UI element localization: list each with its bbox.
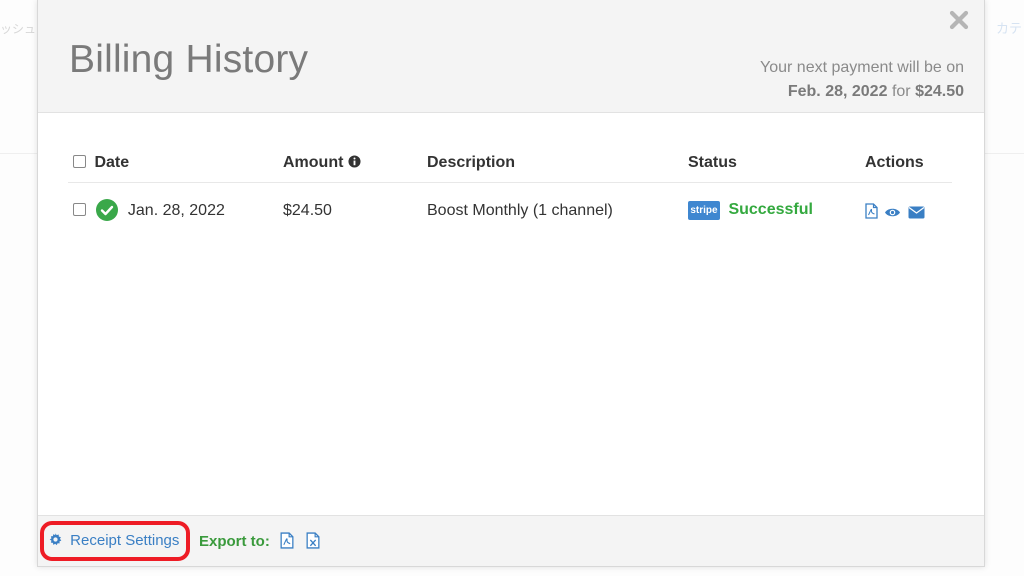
envelope-icon[interactable] [908,206,925,224]
receipt-settings-link[interactable]: Receipt Settings [49,532,179,549]
next-payment-info: Your next payment will be on Feb. 28, 20… [760,56,964,104]
billing-table: Date Amount Description Status Actions J… [68,148,952,239]
next-payment-connector: for [891,83,911,100]
header-amount-label: Amount [283,154,344,171]
table-row: Jan. 28, 2022 $24.50 Boost Monthly (1 ch… [68,183,952,239]
info-icon[interactable] [348,155,361,168]
next-payment-prefix: Your next payment will be on [760,59,964,76]
close-icon [949,10,969,30]
check-circle-icon [96,199,119,221]
modal-footer: Receipt Settings Export to: [38,515,984,566]
row-description: Boost Monthly (1 channel) [427,202,613,219]
table-header-row: Date Amount Description Status Actions [68,148,952,183]
row-checkbox[interactable] [73,203,86,216]
next-payment-amount: $24.50 [915,83,964,100]
header-date-label: Date [94,154,130,171]
export-pdf-button[interactable] [280,532,294,554]
billing-history-modal: Billing History Your next payment will b… [37,0,985,567]
header-amount: Amount [283,154,361,172]
row-amount: $24.50 [283,202,332,219]
modal-header: Billing History Your next payment will b… [38,0,984,113]
next-payment-date: Feb. 28, 2022 [787,83,888,100]
pdf-file-icon [280,532,294,549]
export-label: Export to: [199,533,270,550]
pdf-file-icon[interactable] [865,203,878,224]
gear-icon [49,533,62,546]
header-status: Status [688,154,737,171]
excel-file-icon [306,532,320,549]
row-date-cell: Jan. 28, 2022 [73,199,225,221]
modal-title: Billing History [69,38,309,81]
row-status: Successful [728,201,813,218]
header-description: Description [427,154,516,171]
background-text-right: カテ [995,21,1022,36]
background-text-left: ッシュ [0,22,37,36]
row-actions [865,203,925,224]
close-button[interactable] [947,8,971,32]
header-actions: Actions [865,154,924,171]
header-date: Date [73,154,129,172]
receipt-settings-label: Receipt Settings [70,532,180,549]
row-status-cell: stripe Successful [688,201,813,220]
stripe-badge: stripe [688,201,720,220]
row-date: Jan. 28, 2022 [127,202,225,219]
eye-icon[interactable] [884,206,901,224]
export-excel-button[interactable] [306,532,320,554]
select-all-checkbox[interactable] [73,155,86,168]
